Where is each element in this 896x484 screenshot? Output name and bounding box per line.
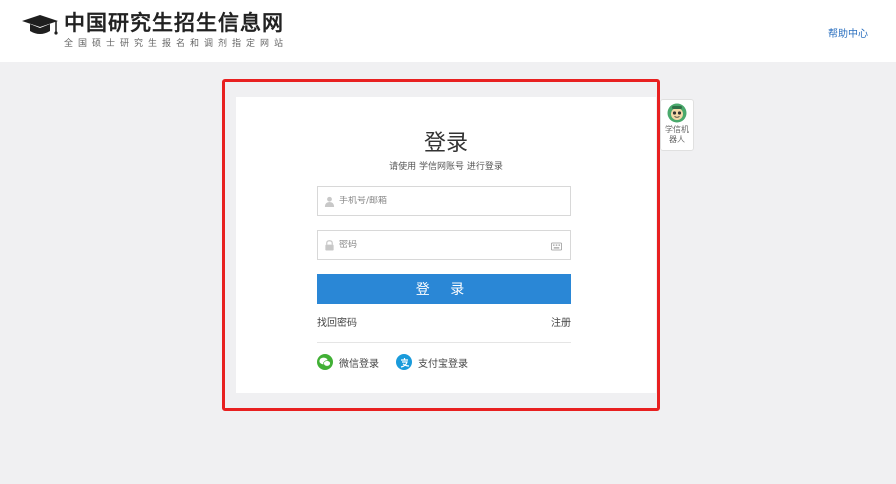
password-input[interactable] — [339, 240, 539, 250]
site-subtitle: 全国硕士研究生报名和调剂指定网站 — [64, 39, 289, 49]
divider — [317, 342, 571, 343]
graduation-cap-icon — [22, 15, 58, 35]
wechat-login-label: 微信登录 — [339, 358, 379, 370]
robot-assistant-widget[interactable]: 学信机器人 — [660, 99, 694, 151]
alipay-login-label: 支付宝登录 — [418, 358, 468, 370]
alipay-login-button[interactable]: 支付宝登录 — [396, 354, 468, 370]
keyboard-icon[interactable] — [551, 241, 562, 252]
forgot-password-link[interactable]: 找回密码 — [317, 314, 357, 329]
lock-icon — [325, 239, 334, 251]
robot-avatar-icon — [667, 103, 687, 123]
wechat-login-button[interactable]: 微信登录 — [317, 354, 379, 370]
register-link[interactable]: 注册 — [551, 314, 571, 329]
site-header: 中国研究生招生信息网 全国硕士研究生报名和调剂指定网站 帮助中心 — [0, 0, 896, 62]
robot-label: 学信机器人 — [665, 125, 689, 144]
help-center-link[interactable]: 帮助中心 — [828, 25, 868, 40]
wechat-icon — [317, 354, 333, 370]
alipay-icon — [396, 354, 412, 370]
password-field[interactable] — [317, 230, 571, 260]
login-title: 登录 — [423, 131, 468, 156]
login-card: 登录 请使用 学信网账号 进行登录 登 录 找回密码 注册 — [236, 97, 656, 393]
site-title: 中国研究生招生信息网 — [64, 10, 284, 35]
site-logo[interactable]: 中国研究生招生信息网 全国硕士研究生报名和调剂指定网站 — [20, 10, 288, 50]
username-input[interactable] — [339, 196, 539, 206]
login-button[interactable]: 登 录 — [317, 274, 571, 304]
login-subtitle: 请使用 学信网账号 进行登录 — [389, 162, 503, 172]
user-icon — [324, 196, 335, 207]
username-field[interactable] — [317, 186, 571, 216]
